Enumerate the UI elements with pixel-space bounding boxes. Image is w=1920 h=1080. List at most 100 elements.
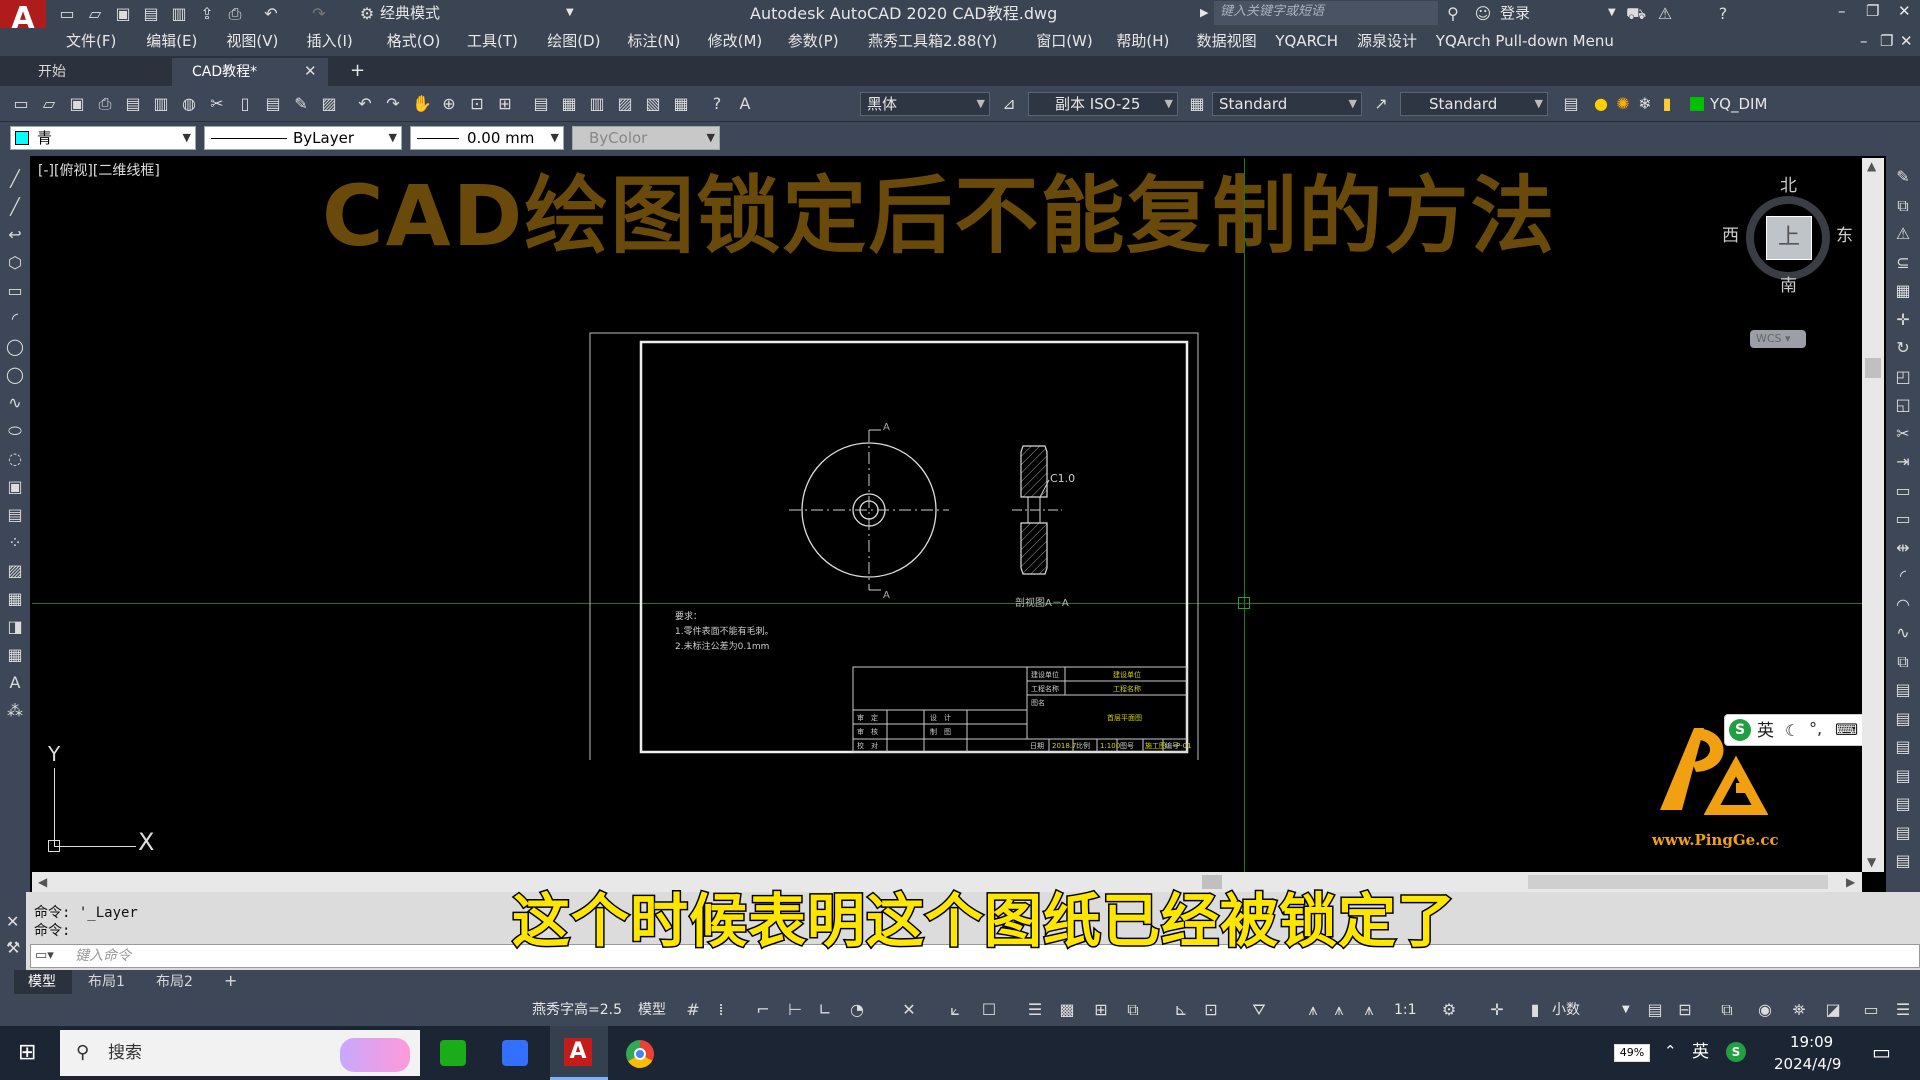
login-button[interactable]: 登录 [1500, 6, 1530, 21]
menu-item-13[interactable]: 数据视图 [1197, 34, 1257, 49]
model-space-button[interactable]: 模型 [638, 1003, 666, 1017]
clean-screen-icon[interactable]: ◉ [1756, 1001, 1774, 1019]
chamfer-icon[interactable]: ◜ [1894, 567, 1912, 585]
menu-item-10[interactable]: 燕秀工具箱2.88(Y) [868, 34, 997, 49]
menu-item-8[interactable]: 修改(M) [708, 34, 763, 49]
search-box[interactable]: 键入关键字或短语 [1214, 1, 1438, 25]
explode-icon[interactable]: ⧉ [1894, 652, 1912, 671]
fillet-icon[interactable]: ◠ [1894, 595, 1912, 614]
ime-lang[interactable]: 英 [1757, 723, 1774, 740]
menu-item-9[interactable]: 参数(P) [788, 34, 839, 49]
zoom-previous-icon[interactable]: ⊞ [496, 95, 514, 113]
break-icon[interactable]: ▭ [1894, 510, 1912, 528]
scroll-left-icon[interactable]: ◀ [38, 876, 47, 888]
close-icon[interactable]: ✕ [304, 64, 317, 79]
scroll-up-icon[interactable]: ▲ [1867, 160, 1876, 172]
calculator-icon[interactable]: ▦ [672, 95, 690, 113]
scroll-right-icon[interactable]: ▶ [1846, 876, 1855, 888]
isolate-icon[interactable]: ⧉ [1718, 1001, 1736, 1019]
infer-icon[interactable]: ⌐ [754, 1001, 772, 1019]
stretch-icon[interactable]: ◱ [1894, 396, 1912, 414]
tool-palette-icon[interactable]: ▥ [588, 95, 606, 113]
color-select[interactable]: 青 ▼ [10, 126, 196, 150]
sheet-icon-icon[interactable]: ▤ [1646, 1001, 1664, 1019]
layer-manager-icon[interactable]: ▤ [1562, 95, 1580, 113]
user-icon[interactable]: ☺ [1474, 5, 1492, 23]
array-icon[interactable]: ▦ [1894, 282, 1912, 300]
make-block-icon[interactable]: ▤ [6, 506, 24, 524]
table-style-select[interactable]: Standard ▼ [1212, 92, 1362, 116]
ortho-icon[interactable]: ∟ [816, 1001, 834, 1019]
wcs-button[interactable]: WCS ▾ [1750, 330, 1806, 348]
block-icon[interactable]: ▨ [320, 95, 338, 113]
erase-icon[interactable]: ✎ [1894, 168, 1912, 186]
menu-item-12[interactable]: 帮助(H) [1116, 34, 1169, 49]
undo-icon[interactable]: ↶ [262, 5, 280, 23]
taskbar-lang[interactable]: 英 [1692, 1044, 1709, 1061]
zoom-realtime-icon[interactable]: ⊕ [440, 95, 458, 113]
extend-icon[interactable]: ⇥ [1894, 453, 1912, 471]
drawing-canvas[interactable]: [-][俯视][二维线框] CAD绘图锁定后不能复制的方法 A A C1.0 剖… [32, 158, 1862, 872]
ellipse-icon[interactable]: ⬭ [6, 422, 24, 440]
tool-g-icon[interactable]: ▤ [1894, 852, 1912, 870]
ellipse-arc-icon[interactable]: ◌ [6, 450, 24, 468]
render-icon[interactable]: ◍ [180, 95, 198, 113]
construction-line-icon[interactable]: ╱ [6, 198, 24, 216]
polyline-icon[interactable]: ↩ [6, 226, 24, 244]
menu-item-5[interactable]: 工具(T) [467, 34, 518, 49]
sheet-set-icon[interactable]: ▨ [616, 95, 634, 113]
lineweight-icon[interactable]: ☐ [980, 1001, 998, 1019]
move-icon[interactable]: ✛ [1894, 310, 1912, 329]
anno-scale-icon[interactable]: ⩚ [1360, 1001, 1378, 1019]
tool-b-icon[interactable]: ▤ [1894, 709, 1912, 728]
menu-item-7[interactable]: 标注(N) [627, 34, 680, 49]
line-icon[interactable]: ╱ [6, 170, 24, 188]
dyn-icon[interactable]: ☰ [1026, 1001, 1044, 1019]
cut-icon[interactable]: ✂ [208, 95, 226, 113]
cart-icon[interactable]: ⛟ [1626, 5, 1646, 23]
tool-f-icon[interactable]: ▤ [1894, 823, 1912, 842]
arc-icon[interactable]: ◜ [6, 310, 24, 328]
doc-close-icon[interactable]: ✕ [1900, 34, 1913, 49]
moon-icon[interactable]: ☾ [1785, 723, 1799, 739]
menu-item-3[interactable]: 插入(I) [307, 34, 353, 49]
osnap-icon[interactable]: ⟀ [946, 1001, 964, 1019]
text-height-readout[interactable]: 燕秀字高=2.5 [532, 1003, 622, 1017]
region-icon[interactable]: ◨ [6, 618, 24, 636]
join-icon[interactable]: ⇹ [1894, 538, 1912, 557]
tool-a-icon[interactable]: ▤ [1894, 681, 1912, 699]
notification-icon[interactable]: ▭ [1872, 1042, 1891, 1062]
preview-icon[interactable]: ▤ [124, 95, 142, 113]
redo-icon[interactable]: ↷ [384, 95, 402, 113]
tab-model[interactable]: 模型 [14, 970, 72, 994]
battery-indicator[interactable]: 49% [1614, 1044, 1650, 1062]
anno-add-icon[interactable]: ⩚ [1330, 1001, 1348, 1019]
customize-icon[interactable]: ◪ [1824, 1001, 1842, 1019]
insert-block-icon[interactable]: ▣ [6, 478, 24, 496]
transparency-icon[interactable]: ▩ [1058, 1001, 1076, 1019]
add-selected-icon[interactable]: ⁂ [6, 702, 24, 720]
restore-icon[interactable]: ❐ [1866, 4, 1879, 19]
anno-visibility-icon[interactable]: ⩚ [1304, 1001, 1322, 1019]
help-icon[interactable]: ? [708, 95, 726, 113]
doc-minimize-icon[interactable]: – [1860, 34, 1868, 49]
mtext-icon[interactable]: A [6, 674, 24, 692]
open-icon[interactable]: ▱ [86, 5, 104, 23]
terminal-icon[interactable]: ▭▾ [35, 949, 54, 962]
menu-item-11[interactable]: 窗口(W) [1036, 34, 1093, 49]
saveas-icon[interactable]: ▤ [142, 5, 160, 23]
bulb-icon[interactable]: ● [1592, 95, 1610, 113]
blend-icon[interactable]: ∿ [1894, 624, 1912, 642]
clock-date[interactable]: 2024/4/9 [1774, 1057, 1841, 1072]
tool-e-icon[interactable]: ▤ [1894, 795, 1912, 813]
menu-item-0[interactable]: 文件(F) [66, 34, 116, 49]
save-icon[interactable]: ▣ [114, 5, 132, 23]
zoom-window-icon[interactable]: ⊡ [468, 95, 486, 113]
a360-icon[interactable]: ⚠ [1656, 5, 1674, 23]
open-icon[interactable]: ▱ [40, 95, 58, 113]
quickprops-icon[interactable]: ▮ [1526, 1001, 1544, 1019]
redo-icon[interactable]: ↷ [310, 5, 328, 23]
properties-icon[interactable]: ▤ [532, 95, 550, 113]
scroll-thumb[interactable] [1865, 358, 1881, 378]
wrench-icon[interactable]: ⚒ [6, 940, 20, 956]
